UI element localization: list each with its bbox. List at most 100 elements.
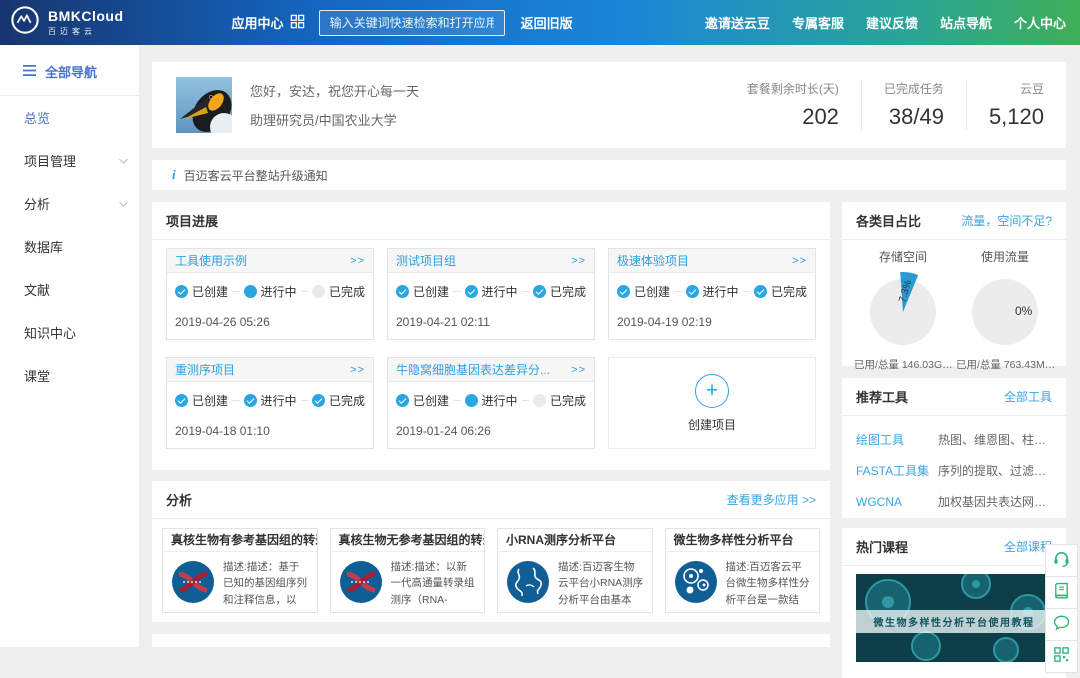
stat-completed-tasks: 已完成任务 38/49 xyxy=(861,80,966,130)
app-card[interactable]: 真核生物无参考基因组的转录... 描述:描述：以新一代高通量转录组测序（RNA-… xyxy=(330,528,486,613)
course-thumbnail[interactable]: 微生物多样性分析平台使用教程 xyxy=(856,574,1052,662)
app-card[interactable]: 微生物多样性分析平台 描述:百迈客云平台微生物多样性分析平台是一款结合... xyxy=(665,528,821,613)
sidebar-item-database[interactable]: 数据库 xyxy=(0,225,139,268)
project-card: 重测序项目 >> 已创建 进行中 已完成 2019-04-18 01:10 xyxy=(166,357,374,449)
app-title[interactable]: 小RNA测序分析平台 xyxy=(498,529,652,552)
app-title[interactable]: 真核生物有参考基因组的转录... xyxy=(163,529,317,552)
recommended-tools-panel: 推荐工具 全部工具 绘图工具 热图、维恩图、柱图... FASTA工具集 序列的… xyxy=(842,378,1066,518)
project-more-link[interactable]: >> xyxy=(350,364,365,376)
tools-title: 推荐工具 xyxy=(856,387,908,406)
notice-bar[interactable]: i 百迈客云平台整站升级通知 xyxy=(152,160,1066,190)
project-title-link[interactable]: 极速体验项目 xyxy=(617,252,689,269)
project-more-link[interactable]: >> xyxy=(792,255,807,267)
course-caption: 微生物多样性分析平台使用教程 xyxy=(856,610,1052,633)
project-progress-steps: 已创建 进行中 已完成 xyxy=(388,382,594,409)
courses-title: 热门课程 xyxy=(856,537,908,556)
back-to-old-link[interactable]: 返回旧版 xyxy=(521,13,573,32)
more-apps-link[interactable]: 查看更多应用 >> xyxy=(727,491,816,508)
quota-link[interactable]: 流量，空间不足? xyxy=(961,212,1052,229)
step-created-icon xyxy=(396,394,409,407)
search-input[interactable] xyxy=(319,10,505,36)
nav-sitemap-link[interactable]: 站点导航 xyxy=(940,13,992,32)
brand-name: BMKCloud xyxy=(48,8,124,24)
greeting-text: 您好，安达，祝您开心每一天 xyxy=(250,81,419,100)
feedback-button[interactable] xyxy=(1045,608,1078,641)
project-more-link[interactable]: >> xyxy=(350,255,365,267)
app-title[interactable]: 真核生物无参考基因组的转录... xyxy=(331,529,485,552)
header-nav: 邀请送云豆 专属客服 建议反馈 站点导航 个人中心 xyxy=(705,13,1066,32)
project-card: 工具使用示例 >> 已创建 进行中 已完成 2019-04-26 05:26 xyxy=(166,248,374,340)
project-more-link[interactable]: >> xyxy=(571,364,586,376)
step-running-icon xyxy=(465,285,478,298)
app-center-label: 应用中心 xyxy=(232,13,284,32)
sidebar-item-classroom[interactable]: 课堂 xyxy=(0,354,139,397)
nav-feedback-link[interactable]: 建议反馈 xyxy=(866,13,918,32)
all-tools-link[interactable]: 全部工具 xyxy=(1004,388,1052,405)
welcome-card: 您好，安达，祝您开心每一天 助理研究员/中国农业大学 套餐剩余时长(天) 202… xyxy=(152,62,1066,148)
info-icon: i xyxy=(172,167,176,183)
account-stats: 套餐剩余时长(天) 202 已完成任务 38/49 云豆 5,120 xyxy=(725,75,1066,135)
project-date: 2019-01-24 06:26 xyxy=(388,409,594,438)
create-project-card[interactable]: + 创建项目 xyxy=(608,357,816,449)
tool-description: 序列的提取、过滤、... xyxy=(938,462,1052,479)
traffic-caption: 已用/总量 763.43MB... xyxy=(954,357,1056,372)
nav-invite-link[interactable]: 邀请送云豆 xyxy=(705,13,770,32)
qrcode-button[interactable] xyxy=(1045,640,1078,673)
sidebar-item-literature[interactable]: 文献 xyxy=(0,268,139,311)
manual-button[interactable] xyxy=(1045,576,1078,609)
hamburger-icon xyxy=(22,64,37,80)
chevron-down-icon xyxy=(119,155,127,163)
app-center-button[interactable]: 应用中心 xyxy=(232,13,305,32)
chat-icon xyxy=(1052,613,1071,637)
project-progress-steps: 已创建 进行中 已完成 xyxy=(388,273,594,300)
project-more-link[interactable]: >> xyxy=(571,255,586,267)
nav-support-link[interactable]: 专属客服 xyxy=(792,13,844,32)
top-header: BMKCloud 百迈客云 应用中心 返回旧版 邀请送云豆 专属客服 建议反馈 … xyxy=(0,0,1080,45)
project-progress-steps: 已创建 进行中 已完成 xyxy=(167,382,373,409)
svg-text:0%: 0% xyxy=(1015,304,1033,318)
sidebar-item-knowledge-center[interactable]: 知识中心 xyxy=(0,311,139,354)
step-running-icon xyxy=(244,394,257,407)
step-created-icon xyxy=(175,394,188,407)
usage-title: 各类目占比 xyxy=(856,211,921,230)
next-section-card xyxy=(152,634,830,647)
all-nav-button[interactable]: 全部导航 xyxy=(0,45,139,96)
logo[interactable]: BMKCloud 百迈客云 xyxy=(10,5,124,40)
customer-service-button[interactable] xyxy=(1045,544,1078,577)
project-date: 2019-04-26 05:26 xyxy=(167,300,373,329)
nav-personal-center-link[interactable]: 个人中心 xyxy=(1014,13,1066,32)
project-title-link[interactable]: 工具使用示例 xyxy=(175,252,247,269)
project-title-link[interactable]: 牛隐窝细胞基因表达差异分... xyxy=(396,361,550,378)
avatar[interactable] xyxy=(176,77,232,133)
qrcode-icon xyxy=(1052,645,1071,669)
rna-icon xyxy=(505,559,551,605)
project-title-link[interactable]: 重测序项目 xyxy=(175,361,235,378)
step-created-icon xyxy=(617,285,630,298)
project-date: 2019-04-21 02:11 xyxy=(388,300,594,329)
stat-cloud-beans: 云豆 5,120 xyxy=(966,80,1066,130)
project-date: 2019-04-18 01:10 xyxy=(167,409,373,438)
traffic-usage-chart: 使用流量 0% 已用/总量 763.43MB... xyxy=(954,248,1056,372)
tool-link[interactable]: WGCNA xyxy=(856,495,938,509)
tool-link[interactable]: FASTA工具集 xyxy=(856,462,938,479)
chevron-down-icon xyxy=(119,198,127,206)
tool-link[interactable]: 绘图工具 xyxy=(856,431,938,448)
app-card[interactable]: 小RNA测序分析平台 描述:百迈客生物云平台小RNA测序分析平台由基本分... xyxy=(497,528,653,613)
all-nav-label: 全部导航 xyxy=(45,62,97,81)
sidebar-item-project-management[interactable]: 项目管理 xyxy=(0,139,139,182)
notice-text: 百迈客云平台整站升级通知 xyxy=(184,167,328,184)
sidebar-item-analysis[interactable]: 分析 xyxy=(0,182,139,225)
app-title[interactable]: 微生物多样性分析平台 xyxy=(666,529,820,552)
sidebar-item-overview[interactable]: 总览 xyxy=(0,96,139,139)
step-finished-icon xyxy=(533,394,546,407)
sidebar: 全部导航 总览 项目管理 分析 数据库 文献 知识中心 课堂 xyxy=(0,45,140,647)
headset-icon xyxy=(1052,549,1071,573)
app-card[interactable]: 真核生物有参考基因组的转录... 描述:描述：基于已知的基因组序列和注释信息，以… xyxy=(162,528,318,613)
book-icon xyxy=(1052,581,1071,605)
project-progress-steps: 已创建 进行中 已完成 xyxy=(609,273,815,300)
user-title-text: 助理研究员/中国农业大学 xyxy=(250,110,419,129)
step-finished-icon xyxy=(754,285,767,298)
project-title-link[interactable]: 测试项目组 xyxy=(396,252,456,269)
project-progress-steps: 已创建 进行中 已完成 xyxy=(167,273,373,300)
storage-pie-chart: 7.3% xyxy=(863,267,943,351)
